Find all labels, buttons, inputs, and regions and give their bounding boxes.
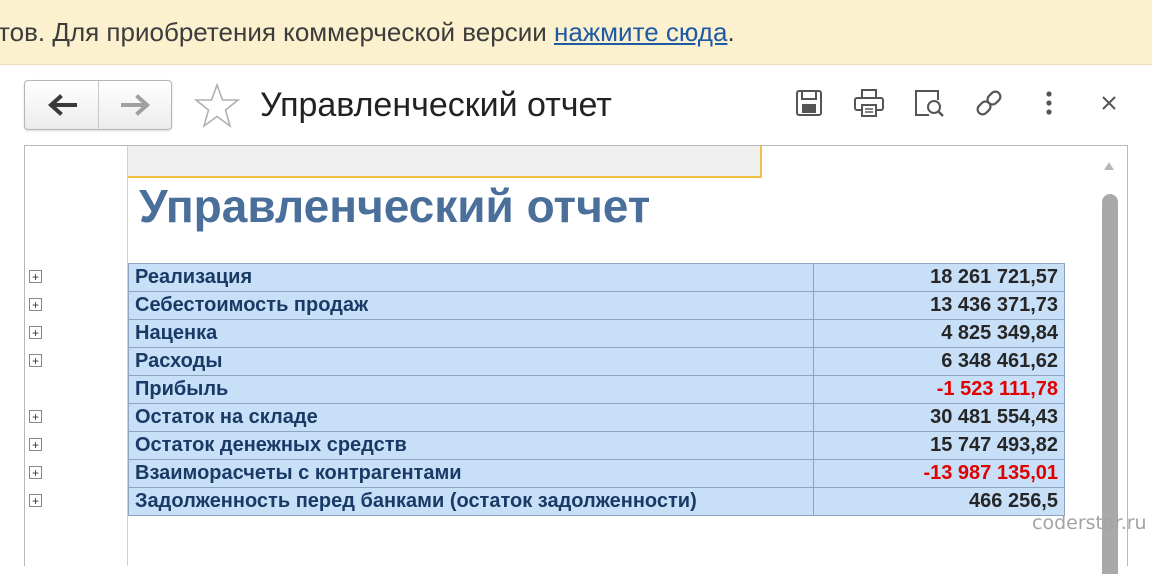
expand-plus-icon[interactable]: +	[29, 466, 42, 479]
forward-arrow-icon	[120, 94, 150, 116]
row-value: 6 348 461,62	[813, 347, 1065, 376]
table-row[interactable]: Прибыль -1 523 111,78	[128, 375, 1065, 404]
save-button[interactable]	[792, 86, 826, 120]
nav-buttons	[24, 80, 172, 130]
selected-cell[interactable]	[128, 146, 762, 178]
page-title: Управленческий отчет	[260, 86, 612, 124]
expand-plus-icon[interactable]: +	[29, 270, 42, 283]
row-label: Прибыль	[128, 375, 814, 404]
row-value: 466 256,5	[813, 487, 1065, 516]
print-button[interactable]	[852, 86, 886, 120]
row-label: Себестоимость продаж	[128, 291, 814, 320]
row-value: 4 825 349,84	[813, 319, 1065, 348]
close-button[interactable]	[1092, 86, 1126, 120]
forward-button[interactable]	[99, 81, 172, 129]
row-label: Наценка	[128, 319, 814, 348]
banner-message: тов. Для приобретения коммерческой верси…	[0, 17, 554, 47]
report-table: Реализация 18 261 721,57 Себестоимость про…	[128, 263, 1065, 516]
row-label: Задолженность перед банками (остаток зад…	[128, 487, 814, 516]
row-label: Взаиморасчеты с контрагентами	[128, 459, 814, 488]
expand-plus-icon[interactable]: +	[29, 494, 42, 507]
expand-plus-icon[interactable]: +	[29, 298, 42, 311]
back-button[interactable]	[25, 81, 99, 129]
link-icon	[976, 90, 1002, 116]
close-icon	[1102, 96, 1116, 110]
table-row[interactable]: Расходы 6 348 461,62	[128, 347, 1065, 376]
row-label: Реализация	[128, 263, 814, 292]
row-value: -13 987 135,01	[813, 459, 1065, 488]
table-row[interactable]: Остаток на складе 30 481 554,43	[128, 403, 1065, 432]
favorite-button[interactable]	[192, 82, 242, 130]
license-banner: тов. Для приобретения коммерческой верси…	[0, 0, 1152, 65]
banner-text: тов. Для приобретения коммерческой верси…	[0, 0, 735, 64]
preview-icon	[915, 90, 944, 117]
row-value: 30 481 554,43	[813, 403, 1065, 432]
expand-plus-icon[interactable]: +	[29, 326, 42, 339]
table-row[interactable]: Задолженность перед банками (остаток зад…	[128, 487, 1065, 516]
preview-button[interactable]	[912, 86, 946, 120]
buy-link[interactable]: нажмите сюда	[554, 17, 727, 47]
row-label: Остаток на складе	[128, 403, 814, 432]
table-row[interactable]: Взаиморасчеты с контрагентами -13 987 135…	[128, 459, 1065, 488]
more-button[interactable]	[1032, 86, 1066, 120]
scroll-up-arrow-icon[interactable]	[1104, 162, 1114, 170]
save-icon	[796, 90, 822, 116]
vertical-scrollbar[interactable]	[1099, 154, 1121, 574]
expand-plus-icon[interactable]: +	[29, 354, 42, 367]
link-button[interactable]	[972, 86, 1006, 120]
back-arrow-icon	[47, 94, 77, 116]
table-row[interactable]: Остаток денежных средств 15 747 493,82	[128, 431, 1065, 460]
table-row[interactable]: Себестоимость продаж 13 436 371,73	[128, 291, 1065, 320]
table-row[interactable]: Наценка 4 825 349,84	[128, 319, 1065, 348]
table-row[interactable]: Реализация 18 261 721,57	[128, 263, 1065, 292]
more-icon	[1046, 91, 1052, 115]
banner-suffix: .	[727, 17, 735, 47]
print-icon	[854, 89, 884, 117]
expand-plus-icon[interactable]: +	[29, 438, 42, 451]
report-area: Управленческий отчет + + + + + + + + Реализация…	[24, 145, 1128, 574]
row-value: 13 436 371,73	[813, 291, 1065, 320]
row-value: 15 747 493,82	[813, 431, 1065, 460]
star-icon	[193, 82, 241, 129]
watermark: coderstar.ru	[1032, 512, 1147, 534]
row-label: Остаток денежных средств	[128, 431, 814, 460]
row-label: Расходы	[128, 347, 814, 376]
row-value: -1 523 111,78	[813, 375, 1065, 404]
row-value: 18 261 721,57	[813, 263, 1065, 292]
expand-plus-icon[interactable]: +	[29, 410, 42, 423]
report-title: Управленческий отчет	[139, 180, 651, 232]
